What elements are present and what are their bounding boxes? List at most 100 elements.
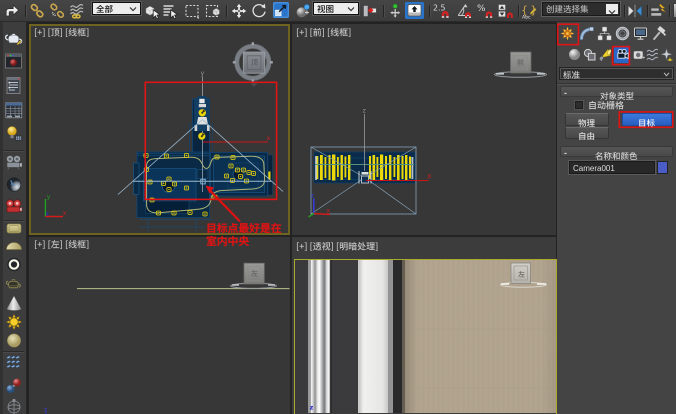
- axis-z-label: z: [46, 210, 49, 217]
- viewcube-face-label: 顶: [251, 59, 258, 66]
- light-lister-icon[interactable]: [5, 125, 23, 143]
- category-lights[interactable]: [598, 48, 611, 61]
- button-label: 目标: [638, 119, 655, 128]
- viewport-top[interactable]: yxyxz: [29, 24, 290, 235]
- ram-player-icon[interactable]: [5, 102, 23, 120]
- viewport-label-top[interactable]: [+] [顶] [线框]: [34, 28, 89, 37]
- chevron-down-icon: [606, 4, 618, 14]
- coord-system-value: 视图: [317, 5, 334, 14]
- perspective-render-area[interactable]: z: [294, 259, 557, 414]
- select-object-icon[interactable]: [144, 3, 160, 19]
- category-shapes[interactable]: [583, 48, 596, 61]
- named-sets-abc-label: Abc: [522, 15, 531, 20]
- tab-create[interactable]: [560, 26, 576, 41]
- spinner-snap-toggle-icon[interactable]: [496, 3, 512, 19]
- category-helpers[interactable]: [632, 48, 645, 61]
- tab-display[interactable]: [633, 26, 649, 41]
- video-camera-icon[interactable]: [5, 198, 23, 216]
- chevron-down-icon: [347, 6, 355, 12]
- unlink-icon[interactable]: [49, 3, 65, 19]
- angle-snap-toggle-icon[interactable]: [456, 3, 472, 19]
- rollout-name-color[interactable]: -名称和颜色: [560, 146, 673, 157]
- select-and-manipulate-icon[interactable]: [387, 3, 403, 19]
- autogrid-checkbox[interactable]: [575, 101, 583, 109]
- film-projector-icon[interactable]: [5, 154, 23, 172]
- viewport-perspective[interactable]: z: [292, 237, 556, 414]
- chevron-down-icon: [129, 6, 137, 12]
- selection-filter-value: 全部: [96, 5, 113, 14]
- object-name-field[interactable]: Camera001: [569, 161, 655, 174]
- toolbar-separator: [25, 5, 26, 17]
- tab-hierarchy[interactable]: [597, 26, 613, 41]
- snap-percent-label: %: [477, 4, 486, 14]
- front-view-scene: zXzx: [309, 108, 433, 218]
- camera-type-value: 标准: [563, 71, 580, 80]
- render-dialog-icon[interactable]: [5, 77, 23, 95]
- window-crossing-toggle-icon[interactable]: [205, 3, 221, 19]
- rollout-title: 对象类型: [600, 92, 634, 101]
- front-viewport-scene: zXzx: [292, 24, 556, 235]
- teapot-primitive-icon[interactable]: [5, 277, 23, 295]
- axis-x-label: x: [63, 210, 67, 217]
- keyboard-shortcut-override-icon[interactable]: [405, 2, 421, 18]
- dome-primitive-icon[interactable]: [5, 235, 23, 253]
- select-and-scale-icon[interactable]: [273, 2, 289, 18]
- viewport-left[interactable]: z: [29, 237, 290, 414]
- command-panel: [557, 22, 676, 414]
- snap-toggle-25-icon[interactable]: 2.5: [433, 3, 449, 19]
- camera-type-dropdown[interactable]: 标准: [559, 67, 674, 80]
- viewport-label-perspective[interactable]: [+] [透视] [明暗处理]: [296, 242, 378, 251]
- select-and-move-icon[interactable]: [231, 3, 247, 19]
- sphere-primitive-icon[interactable]: [5, 332, 23, 350]
- viewport-front[interactable]: zXzx: [292, 24, 556, 235]
- environment-sphere-icon[interactable]: [5, 176, 23, 194]
- link-icon[interactable]: [29, 3, 45, 19]
- bind-to-spacewarp-icon[interactable]: [69, 3, 85, 19]
- reference-coordinate-system-dropdown[interactable]: 视图: [313, 2, 359, 15]
- sun-light-icon[interactable]: [5, 314, 23, 332]
- gyroscope-icon[interactable]: [5, 398, 23, 414]
- select-by-name-icon[interactable]: [162, 3, 178, 19]
- object-color-swatch[interactable]: [657, 161, 668, 174]
- physical-camera-button[interactable]: 物理: [565, 113, 609, 126]
- redo-icon[interactable]: [4, 3, 20, 19]
- chevron-down-icon: [663, 72, 670, 77]
- viewcube-face-label: 左: [518, 271, 525, 278]
- rollout-object-type[interactable]: -对象类型: [560, 86, 673, 97]
- rendered-frame-window-icon[interactable]: [5, 53, 23, 71]
- ring-light-icon[interactable]: [5, 256, 23, 274]
- percent-snap-toggle-icon[interactable]: %: [477, 3, 493, 19]
- layer-explorer-icon[interactable]: [650, 3, 666, 19]
- panel-divider: [557, 83, 676, 84]
- left-toolbar-separator: [3, 351, 24, 352]
- tab-utilities[interactable]: [651, 26, 667, 41]
- cone-primitive-icon[interactable]: [5, 295, 23, 313]
- autogrid-label: 自动栅格: [588, 101, 624, 110]
- toolbar-separator: [383, 5, 384, 17]
- rectangular-selection-region-icon[interactable]: [184, 3, 200, 19]
- select-and-place-icon[interactable]: [295, 3, 311, 19]
- category-cameras[interactable]: [614, 47, 630, 63]
- render-setup-teapot-icon[interactable]: [5, 30, 23, 48]
- viewport-label-front[interactable]: [+] [前] [线框]: [296, 28, 351, 37]
- tab-motion[interactable]: [615, 26, 631, 41]
- use-pivot-point-center-icon[interactable]: [361, 3, 377, 19]
- snap-25-label: 2.5: [433, 4, 445, 13]
- molecule-icon[interactable]: [5, 377, 23, 395]
- named-selection-sets-dropdown[interactable]: 创建选择集: [542, 2, 620, 16]
- annotation-text-line2: 室内中央: [206, 236, 249, 247]
- viewport-label-left[interactable]: [+] [左] [线框]: [34, 240, 89, 249]
- mirror-icon[interactable]: [627, 3, 643, 19]
- category-geometry[interactable]: [568, 48, 581, 61]
- array-tool-icon[interactable]: [5, 355, 23, 373]
- category-spacewarps[interactable]: [646, 48, 659, 61]
- object-name-value: Camera001: [573, 164, 615, 173]
- selection-filter-dropdown[interactable]: 全部: [92, 2, 141, 15]
- tab-modify[interactable]: [579, 26, 595, 41]
- target-camera-button[interactable]: 目标: [622, 113, 672, 126]
- free-camera-button[interactable]: 自由: [565, 127, 609, 140]
- axis-z-label: z: [310, 405, 314, 412]
- select-and-rotate-icon[interactable]: [251, 3, 267, 19]
- edit-named-selection-sets-icon[interactable]: { }Abc: [521, 3, 537, 19]
- category-systems[interactable]: [660, 48, 673, 61]
